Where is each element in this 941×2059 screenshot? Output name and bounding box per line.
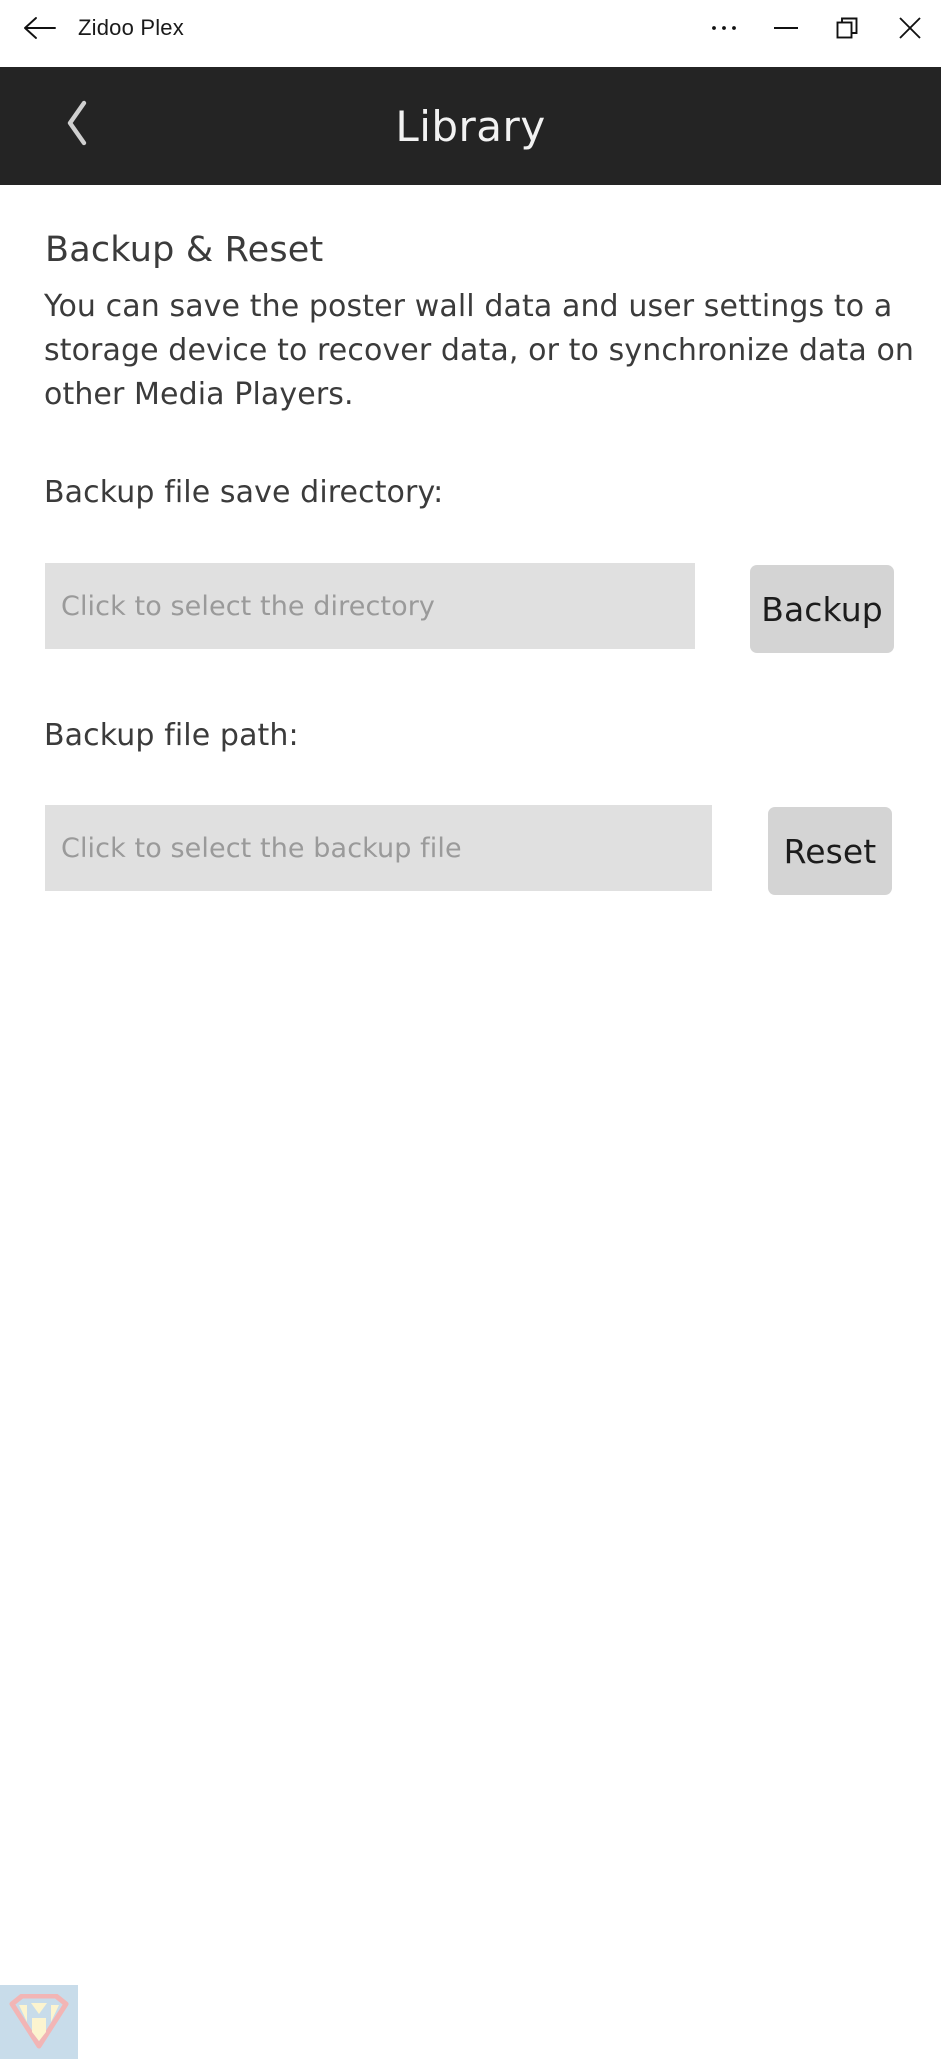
- content-area: Backup & Reset You can save the poster w…: [0, 185, 941, 2059]
- reset-button[interactable]: Reset: [768, 807, 892, 895]
- watermark-badge: [0, 1985, 78, 2059]
- backup-filepath-input[interactable]: Click to select the backup file: [45, 805, 712, 891]
- close-icon: [898, 16, 922, 40]
- window-title-bar: Zidoo Plex: [0, 0, 941, 55]
- minimize-icon: [773, 26, 799, 30]
- restore-button[interactable]: [817, 0, 879, 55]
- backup-directory-input[interactable]: Click to select the directory: [45, 563, 695, 649]
- more-options-button[interactable]: [693, 0, 755, 55]
- section-description: You can save the poster wall data and us…: [44, 289, 915, 412]
- application-window: Zidoo Plex Library Backup & Reset You ca…: [0, 0, 941, 2059]
- backup-filepath-placeholder: Click to select the backup file: [61, 832, 462, 864]
- app-header-bar: Library: [0, 67, 941, 185]
- backup-directory-label: Backup file save directory:: [44, 475, 444, 510]
- shield-m-logo-icon: [8, 1994, 70, 2050]
- close-button[interactable]: [879, 0, 941, 55]
- ellipsis-icon: [711, 24, 737, 32]
- window-back-button[interactable]: [8, 0, 72, 55]
- page-title: Library: [395, 101, 546, 151]
- backup-filepath-label: Backup file path:: [44, 718, 299, 753]
- minimize-button[interactable]: [755, 0, 817, 55]
- section-heading: Backup & Reset: [45, 230, 324, 270]
- backup-button[interactable]: Backup: [750, 565, 894, 653]
- arrow-left-icon: [23, 15, 57, 41]
- backup-directory-placeholder: Click to select the directory: [61, 590, 435, 622]
- window-title: Zidoo Plex: [78, 14, 184, 40]
- restore-icon: [836, 16, 860, 40]
